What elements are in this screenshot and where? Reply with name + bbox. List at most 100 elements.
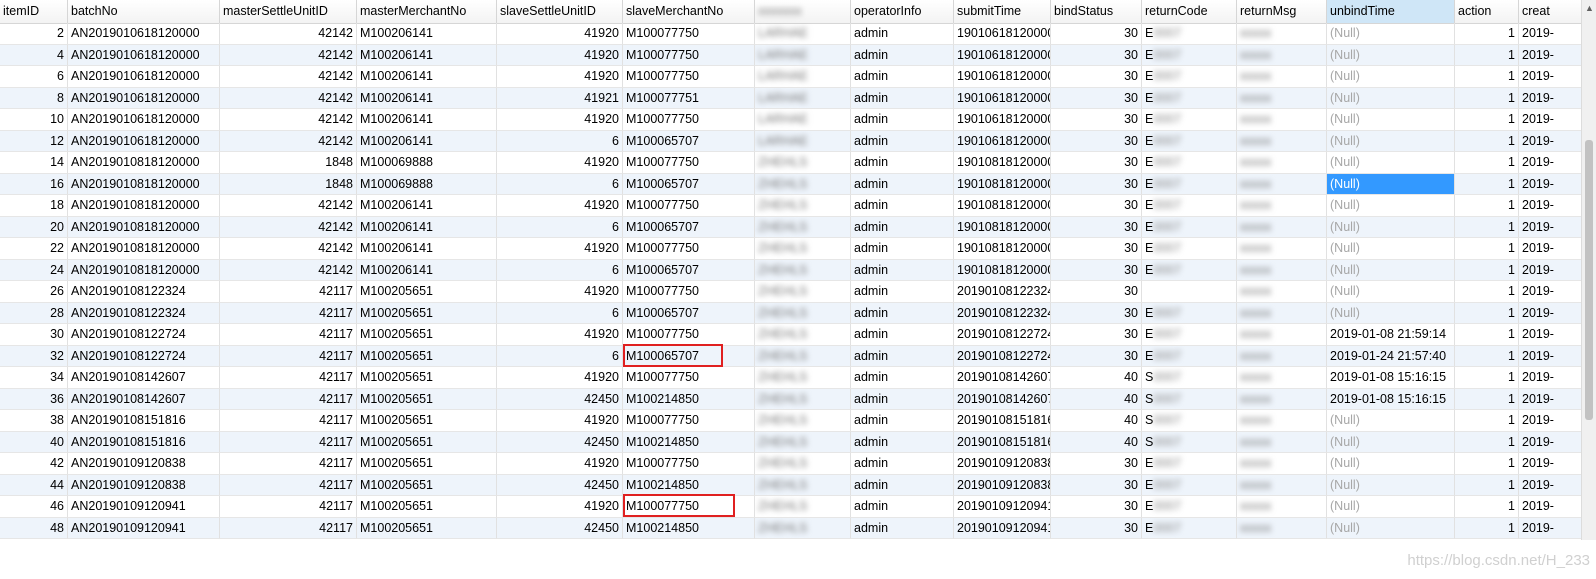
cell-slaveMerchantNo[interactable]: M100077750 <box>623 238 755 260</box>
cell-submitTime[interactable]: 20190108142607 <box>954 388 1051 410</box>
cell-returnMsg[interactable]: xxxxx <box>1237 517 1327 539</box>
cell-col7[interactable]: ZHEHLS <box>755 345 851 367</box>
cell-unbindTime[interactable]: (Null) <box>1327 453 1455 475</box>
cell-unbindTime[interactable]: (Null) <box>1327 87 1455 109</box>
cell-bindStatus[interactable]: 30 <box>1051 324 1142 346</box>
cell-batchNo[interactable]: AN20190109120838 <box>68 474 220 496</box>
cell-creat[interactable]: 2019- <box>1519 130 1583 152</box>
cell-col7[interactable]: ZHEHLS <box>755 259 851 281</box>
cell-returnMsg[interactable]: xxxxx <box>1237 281 1327 303</box>
cell-slaveSettleUnitID[interactable]: 41920 <box>497 410 623 432</box>
cell-action[interactable]: 1 <box>1455 302 1519 324</box>
cell-itemID[interactable]: 46 <box>0 496 68 518</box>
cell-masterSettleUnitID[interactable]: 42142 <box>220 238 357 260</box>
cell-bindStatus[interactable]: 30 <box>1051 44 1142 66</box>
table-row[interactable]: 24 AN2019010818120000 42142 M100206141 6 M100… <box>0 259 1596 281</box>
cell-returnCode[interactable]: E0007 <box>1142 453 1237 475</box>
cell-action[interactable]: 1 <box>1455 216 1519 238</box>
cell-col7[interactable]: ZHEHLS <box>755 431 851 453</box>
cell-operatorInfo[interactable]: admin <box>851 453 954 475</box>
column-header-masterSettleUnitID[interactable]: masterSettleUnitID <box>220 0 357 23</box>
column-header-slaveMerchantNo[interactable]: slaveMerchantNo <box>623 0 755 23</box>
cell-submitTime[interactable]: 20190108122724 <box>954 324 1051 346</box>
table-row[interactable]: 18 AN2019010818120000 42142 M100206141 41920… <box>0 195 1596 217</box>
cell-masterSettleUnitID[interactable]: 42117 <box>220 517 357 539</box>
cell-slaveMerchantNo[interactable]: M100077750 <box>623 109 755 131</box>
cell-returnMsg[interactable]: xxxxx <box>1237 216 1327 238</box>
cell-batchNo[interactable]: AN2019010618120000 <box>68 87 220 109</box>
cell-unbindTime[interactable]: (Null) <box>1327 44 1455 66</box>
cell-operatorInfo[interactable]: admin <box>851 388 954 410</box>
cell-returnMsg[interactable]: xxxxx <box>1237 496 1327 518</box>
cell-slaveSettleUnitID[interactable]: 41920 <box>497 109 623 131</box>
cell-itemID[interactable]: 32 <box>0 345 68 367</box>
cell-action[interactable]: 1 <box>1455 496 1519 518</box>
cell-action[interactable]: 1 <box>1455 345 1519 367</box>
cell-masterMerchantNo[interactable]: M100205651 <box>357 431 497 453</box>
cell-batchNo[interactable]: AN20190108151816 <box>68 410 220 432</box>
cell-masterSettleUnitID[interactable]: 42142 <box>220 23 357 45</box>
cell-unbindTime[interactable]: (Null) <box>1327 130 1455 152</box>
cell-returnMsg[interactable]: xxxxx <box>1237 238 1327 260</box>
cell-slaveMerchantNo[interactable]: M100077750 <box>623 324 755 346</box>
cell-operatorInfo[interactable]: admin <box>851 474 954 496</box>
table-row[interactable]: 46 AN20190109120941 42117 M100205651 41920 M1… <box>0 496 1596 518</box>
scrollbar-thumb[interactable] <box>1585 140 1593 420</box>
cell-masterMerchantNo[interactable]: M100206141 <box>357 216 497 238</box>
cell-batchNo[interactable]: AN20190108151816 <box>68 431 220 453</box>
cell-returnMsg[interactable]: xxxxx <box>1237 453 1327 475</box>
cell-bindStatus[interactable]: 30 <box>1051 87 1142 109</box>
cell-creat[interactable]: 2019- <box>1519 431 1583 453</box>
cell-bindStatus[interactable]: 30 <box>1051 281 1142 303</box>
cell-returnCode[interactable]: E0007 <box>1142 259 1237 281</box>
cell-bindStatus[interactable]: 40 <box>1051 388 1142 410</box>
cell-slaveSettleUnitID[interactable]: 6 <box>497 302 623 324</box>
cell-unbindTime[interactable]: (Null) <box>1327 517 1455 539</box>
table-row[interactable]: 8 AN2019010618120000 42142 M100206141 41921 M… <box>0 87 1596 109</box>
cell-unbindTime[interactable]: (Null) <box>1327 152 1455 174</box>
cell-bindStatus[interactable]: 30 <box>1051 302 1142 324</box>
cell-returnMsg[interactable]: xxxxx <box>1237 87 1327 109</box>
cell-itemID[interactable]: 6 <box>0 66 68 88</box>
column-header-bindStatus[interactable]: bindStatus <box>1051 0 1142 23</box>
cell-masterMerchantNo[interactable]: M100206141 <box>357 109 497 131</box>
cell-unbindTime[interactable]: (Null) <box>1327 109 1455 131</box>
cell-batchNo[interactable]: AN2019010618120000 <box>68 109 220 131</box>
cell-submitTime[interactable]: 19010818120000 <box>954 173 1051 195</box>
cell-returnCode[interactable]: S0007 <box>1142 367 1237 389</box>
cell-col7[interactable]: ZHEHLS <box>755 517 851 539</box>
cell-returnCode[interactable]: E0007 <box>1142 109 1237 131</box>
cell-itemID[interactable]: 44 <box>0 474 68 496</box>
cell-submitTime[interactable]: 1901061812000​0 <box>954 23 1051 45</box>
cell-masterMerchantNo[interactable]: M100205651 <box>357 517 497 539</box>
cell-action[interactable]: 1 <box>1455 388 1519 410</box>
cell-col7[interactable]: LARHAE <box>755 109 851 131</box>
cell-batchNo[interactable]: AN20190108122324 <box>68 281 220 303</box>
cell-submitTime[interactable]: 19010618120000 <box>954 44 1051 66</box>
cell-action[interactable]: 1 <box>1455 431 1519 453</box>
cell-bindStatus[interactable]: 40 <box>1051 367 1142 389</box>
table-row[interactable]: 10 AN2019010618120000 42142 M100206141 41920… <box>0 109 1596 131</box>
cell-itemID[interactable]: 28 <box>0 302 68 324</box>
cell-col7[interactable]: ZHEHLS <box>755 453 851 475</box>
cell-operatorInfo[interactable]: admin <box>851 238 954 260</box>
cell-action[interactable]: 1 <box>1455 324 1519 346</box>
cell-unbindTime[interactable]: (Null) <box>1327 259 1455 281</box>
cell-creat[interactable]: 2019- <box>1519 367 1583 389</box>
table-row[interactable]: 14 AN2019010818120000 1848 M100069888 41920 M… <box>0 152 1596 174</box>
cell-unbindTime[interactable]: (Null) <box>1327 281 1455 303</box>
cell-itemID[interactable]: 16 <box>0 173 68 195</box>
cell-slaveMerchantNo[interactable]: M100077751 <box>623 87 755 109</box>
cell-itemID[interactable]: 40 <box>0 431 68 453</box>
cell-slaveSettleUnitID[interactable]: 6 <box>497 345 623 367</box>
cell-masterMerchantNo[interactable]: M100205651 <box>357 410 497 432</box>
cell-slaveSettleUnitID[interactable]: 6 <box>497 259 623 281</box>
cell-unbindTime[interactable]: 2019-01-24 21:57:40 <box>1327 345 1455 367</box>
cell-batchNo[interactable]: AN2019010818120000 <box>68 152 220 174</box>
cell-operatorInfo[interactable]: admin <box>851 517 954 539</box>
cell-creat[interactable]: 2019- <box>1519 109 1583 131</box>
cell-masterSettleUnitID[interactable]: 42117 <box>220 345 357 367</box>
cell-action[interactable]: 1 <box>1455 87 1519 109</box>
cell-unbindTime[interactable]: (Null) <box>1327 66 1455 88</box>
cell-operatorInfo[interactable]: admin <box>851 345 954 367</box>
